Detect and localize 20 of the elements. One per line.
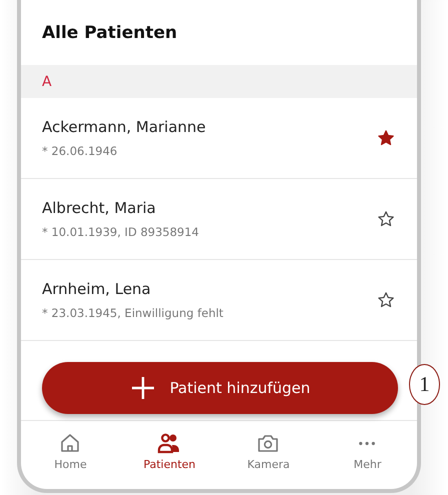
patient-name: Arnheim, Lena xyxy=(42,280,151,298)
plus-icon xyxy=(130,375,156,401)
nav-tab[interactable]: Home xyxy=(50,429,91,473)
star-icon[interactable] xyxy=(377,291,395,309)
patient-name: Ackermann, Marianne xyxy=(42,118,206,136)
page-title: Alle Patienten xyxy=(42,22,178,42)
people-icon xyxy=(157,431,182,455)
patient-details: * 23.03.1945, Einwilligung fehlt xyxy=(42,306,224,320)
callout-number: 1 xyxy=(409,364,440,405)
patient-details: * 26.06.1946 xyxy=(42,144,118,158)
nav-tab[interactable]: Mehr xyxy=(350,429,386,473)
nav-tab[interactable]: Kamera xyxy=(243,429,294,473)
filled-star-icon[interactable] xyxy=(377,129,395,147)
more-icon xyxy=(359,441,376,446)
star-icon[interactable] xyxy=(377,210,395,228)
section-letter: A xyxy=(42,74,52,90)
add-patient-button[interactable]: Patient hinzufügen xyxy=(42,362,398,414)
patient-name: Albrecht, Maria xyxy=(42,199,156,217)
patient-details: * 10.01.1939, ID 89358914 xyxy=(42,225,199,239)
nav-tab[interactable]: Patienten xyxy=(139,429,200,473)
